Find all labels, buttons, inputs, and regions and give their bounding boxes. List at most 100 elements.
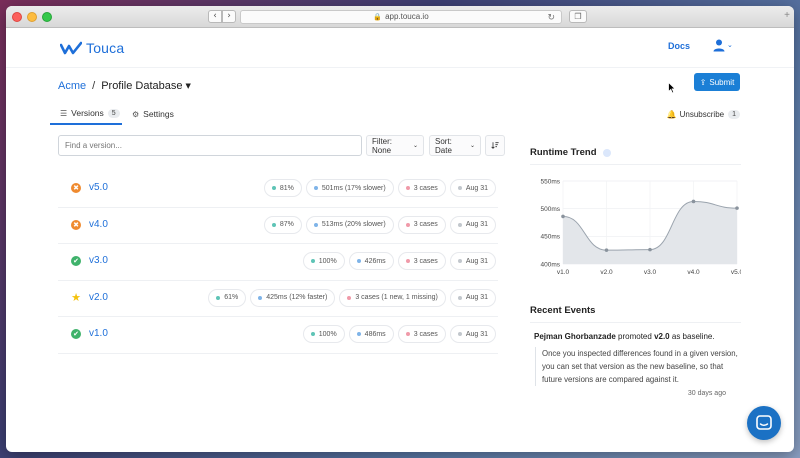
dot-icon [356, 332, 361, 336]
data-point [604, 248, 609, 252]
list-icon: ☰ [60, 108, 68, 118]
match-score-pill: 100% [302, 325, 345, 343]
docs-link[interactable]: Docs [668, 41, 690, 51]
date-pill: Aug 31 [449, 252, 496, 270]
app-header: Touca Docs ⌄ [6, 28, 794, 68]
logo[interactable]: Touca [60, 40, 124, 56]
x-tick-label: v3.0 [644, 269, 657, 276]
y-tick-label: 500ms [540, 206, 560, 213]
breadcrumb-separator: / [92, 80, 96, 92]
version-row[interactable]: ✖ v4.0 87% 513ms (20% slower) 3 cases Aug 31 [58, 208, 498, 244]
cases-pill-text: 3 cases [413, 221, 438, 228]
match-score-pill: 100% [302, 252, 345, 270]
version-stats: 100% 486ms 3 cases Aug 31 [302, 325, 496, 343]
dot-icon [405, 259, 410, 263]
runtime-pill-text: 426ms [364, 257, 386, 265]
submit-button[interactable]: ⇪ Submit [694, 73, 740, 91]
bell-icon: 🔔 [666, 109, 677, 119]
x-tick-label: v5.0 [731, 269, 741, 276]
version-row[interactable]: ✖ v5.0 81% 501ms (17% slower) 3 cases Aug 31 [58, 171, 498, 208]
match-score-pill-text: 61% [224, 294, 239, 301]
address-bar[interactable]: 🔒 app.touca.io ↻ [240, 10, 562, 24]
event-description: Once you inspected differences found in … [535, 347, 741, 386]
minimize-window-button[interactable] [27, 12, 37, 22]
chevron-down-icon[interactable]: ▼ [186, 82, 191, 90]
new-tab-icon[interactable]: + [784, 11, 790, 21]
filter-label: Filter: None [372, 136, 392, 155]
divider [530, 164, 741, 165]
runtime-pill: 486ms [348, 325, 394, 343]
event-action: promoted [618, 332, 652, 341]
x-tick-label: v4.0 [687, 269, 700, 276]
breadcrumb-team[interactable]: Acme [58, 80, 86, 92]
runtime-trend-chart: 400ms 450ms 500ms 550ms v1.0 v2.0 v3.0 v4.0 v5.0 [540, 178, 741, 276]
unsubscribe-label: Unsubscribe [679, 109, 725, 119]
runtime-pill: 426ms [348, 252, 394, 270]
version-name-link[interactable]: v3.0 [89, 255, 108, 266]
reload-icon[interactable]: ↻ [547, 12, 555, 24]
search-input[interactable] [58, 135, 362, 156]
failure-status-icon: ✖ [71, 183, 81, 193]
breadcrumb-suite[interactable]: Profile Database [101, 80, 182, 92]
date-pill-text: Aug 31 [465, 330, 488, 338]
back-arrow-icon[interactable]: ‹ [208, 10, 222, 23]
y-tick-label: 450ms [540, 234, 560, 241]
browser-toolbar: ‹ › 🔒 app.touca.io ↻ ❐ + [6, 6, 794, 28]
chat-launcher-button[interactable] [747, 406, 781, 440]
filter-dropdown[interactable]: Filter: None ⌄ [366, 135, 424, 156]
runtime-pill: 513ms (20% slower) [305, 215, 394, 234]
match-score-pill: 81% [263, 179, 302, 197]
date-pill: Aug 31 [449, 325, 496, 343]
sort-dropdown[interactable]: Sort: Date ⌄ [429, 135, 481, 156]
mouse-cursor-icon [668, 82, 676, 94]
version-stats: 81% 501ms (17% slower) 3 cases Aug 31 [263, 179, 496, 197]
version-row[interactable]: ★ v2.0 61% 425ms (12% faster) 3 cases (1 new… [58, 281, 498, 317]
close-window-button[interactable] [12, 12, 22, 22]
date-pill: Aug 31 [449, 288, 496, 307]
info-icon[interactable] [602, 148, 611, 157]
version-row[interactable]: ✔ v1.0 100% 486ms 3 cases Aug 31 [58, 317, 498, 354]
version-name-link[interactable]: v4.0 [89, 219, 108, 230]
y-tick-label: 550ms [540, 178, 560, 185]
version-name-link[interactable]: v2.0 [89, 292, 108, 303]
dot-icon [457, 222, 462, 227]
chevron-down-icon: ⌄ [469, 142, 475, 149]
y-tick-label: 400ms [540, 261, 560, 268]
unsubscribe-button[interactable]: 🔔 Unsubscribe 1 [667, 103, 740, 125]
dot-icon [258, 295, 263, 300]
date-pill-text: Aug 31 [465, 257, 488, 265]
sort-order-button[interactable] [485, 135, 505, 156]
dot-icon [356, 259, 361, 263]
user-menu[interactable]: ⌄ [712, 38, 733, 52]
dot-icon [271, 186, 276, 190]
dot-icon [457, 186, 462, 190]
event-suffix: as baseline. [671, 332, 715, 341]
dot-icon [313, 186, 318, 190]
cases-pill-text: 3 cases (1 new, 1 missing) [355, 294, 438, 301]
upload-icon: ⇪ [699, 77, 707, 87]
logo-text: Touca [86, 40, 125, 56]
version-name-link[interactable]: v1.0 [89, 328, 108, 339]
breadcrumb: Acme / Profile Database ▼ [58, 80, 191, 92]
failure-status-icon: ✖ [71, 219, 81, 230]
match-score-pill-text: 81% [279, 184, 294, 192]
zoom-window-button[interactable] [42, 12, 52, 22]
tab-settings[interactable]: ⚙ Settings [132, 103, 174, 125]
versions-list: ✖ v5.0 81% 501ms (17% slower) 3 cases Aug 31 ✖… [58, 171, 498, 354]
dot-icon [457, 295, 462, 300]
version-name-link[interactable]: v5.0 [89, 182, 108, 193]
tabs-overview-icon[interactable]: ❐ [569, 10, 587, 23]
submit-label: Submit [709, 77, 735, 87]
version-row[interactable]: ✔ v3.0 100% 426ms 3 cases Aug 31 [58, 244, 498, 281]
baseline-star-icon: ★ [71, 290, 81, 304]
url-text: app.touca.io [385, 12, 429, 21]
version-stats: 87% 513ms (20% slower) 3 cases Aug 31 [263, 215, 496, 234]
gear-icon: ⚙ [132, 109, 140, 119]
user-icon [713, 39, 725, 52]
dot-icon [313, 222, 318, 227]
event-version[interactable]: v2.0 [654, 332, 670, 341]
dot-icon [405, 186, 410, 190]
recent-events-title: Recent Events [530, 305, 596, 316]
tab-versions[interactable]: ☰ Versions 5 [50, 103, 122, 125]
forward-arrow-icon[interactable]: › [222, 10, 236, 23]
